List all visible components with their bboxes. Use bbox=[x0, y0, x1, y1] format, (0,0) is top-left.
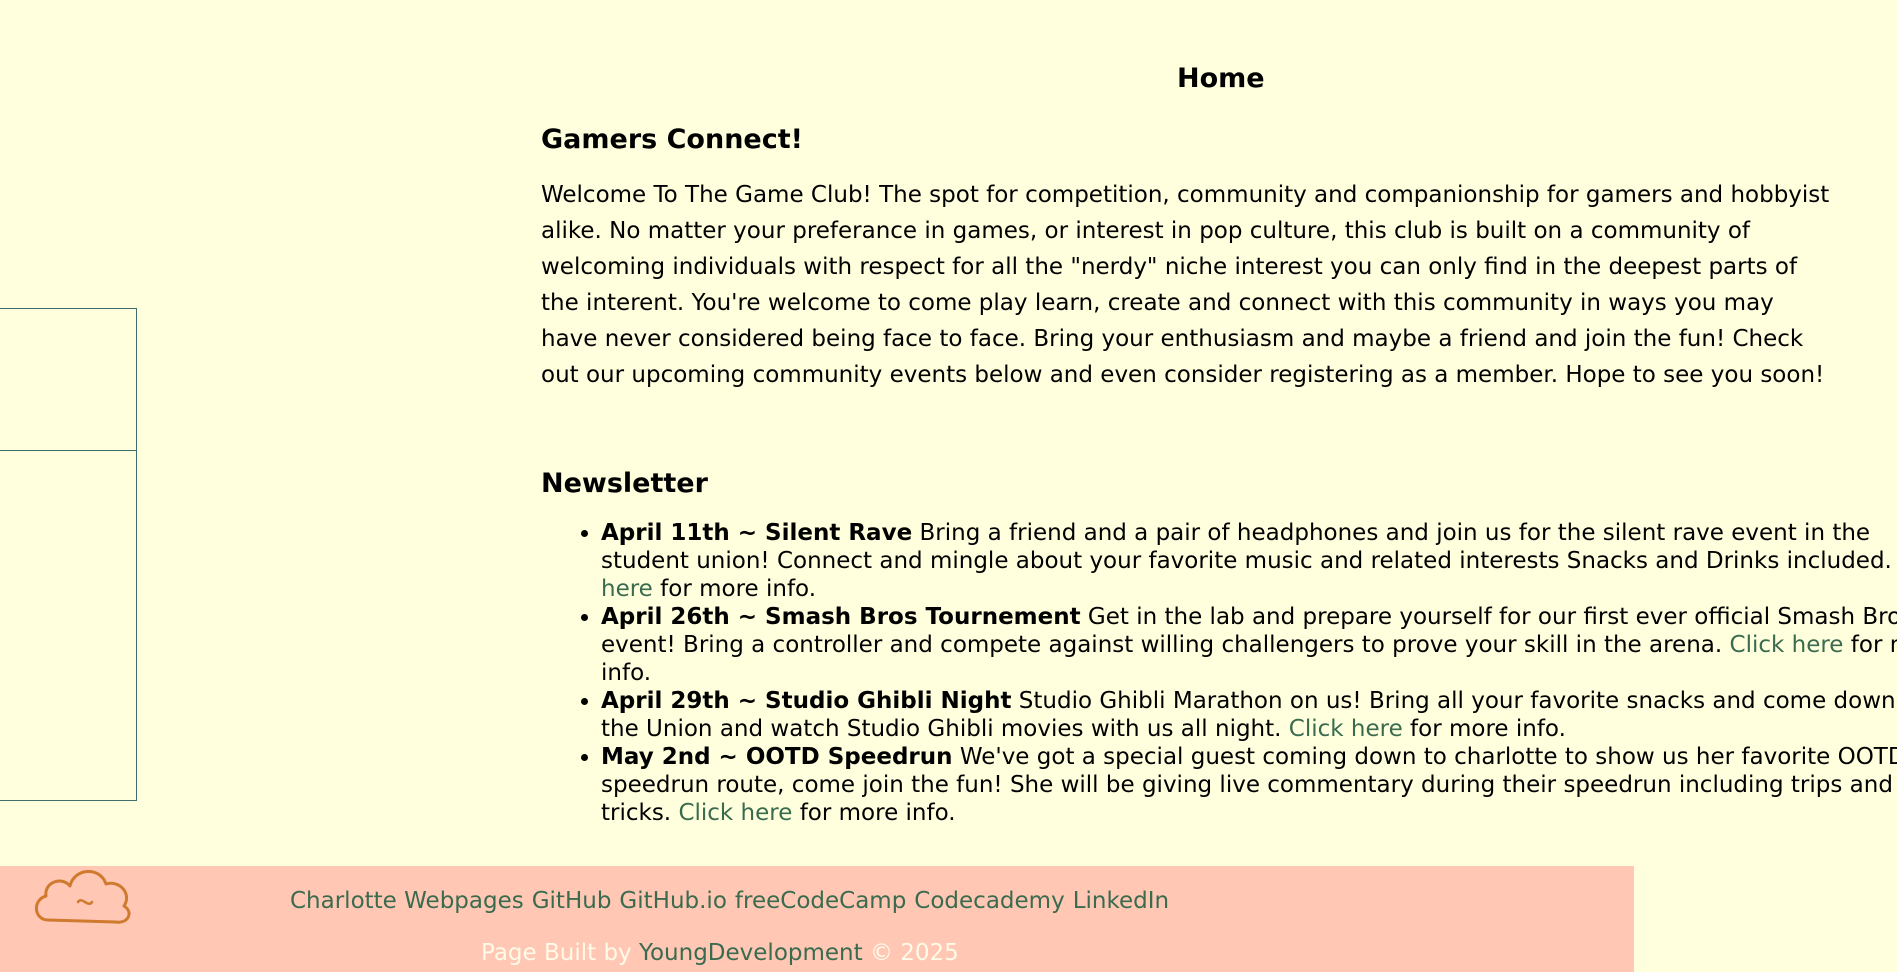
event-info-link[interactable]: Click here bbox=[1289, 716, 1403, 742]
intro-title: Gamers Connect! bbox=[541, 124, 803, 155]
intro-paragraph: Welcome To The Game Club! The spot for c… bbox=[541, 182, 1830, 388]
cloud-icon[interactable] bbox=[30, 858, 138, 934]
credit-suffix: © 2025 bbox=[862, 940, 959, 966]
footer: Charlotte Webpages GitHub GitHub.io free… bbox=[0, 866, 1634, 972]
credit-prefix: Page Built by bbox=[481, 940, 639, 966]
event-info-link[interactable]: Click here bbox=[1730, 632, 1844, 658]
main-content: Gamers Connect! Welcome To The Game Club… bbox=[541, 124, 1897, 827]
event-suffix: for more info. bbox=[652, 576, 817, 602]
footer-nav: Charlotte Webpages GitHub GitHub.io free… bbox=[290, 888, 1169, 914]
footer-credit: Page Built by YoungDevelopment © 2025 bbox=[481, 940, 959, 966]
event-heading: April 26th ~ Smash Bros Tournement bbox=[601, 604, 1081, 630]
sidebar-panel-top bbox=[0, 308, 137, 451]
footer-link-charlotte-webpages[interactable]: Charlotte Webpages bbox=[290, 888, 524, 914]
footer-link-freecodecamp[interactable]: freeCodeCamp bbox=[735, 888, 906, 914]
event-info-link[interactable]: Click here bbox=[678, 800, 792, 826]
sidebar-panel-bottom bbox=[0, 449, 137, 801]
event-item: April 26th ~ Smash Bros Tournement Get i… bbox=[601, 603, 1897, 687]
newsletter-title: Newsletter bbox=[541, 468, 708, 499]
event-heading: April 29th ~ Studio Ghibli Night bbox=[601, 688, 1012, 714]
event-item: April 11th ~ Silent Rave Bring a friend … bbox=[601, 519, 1897, 603]
event-item: April 29th ~ Studio Ghibli Night Studio … bbox=[601, 687, 1897, 743]
credit-author-link[interactable]: YoungDevelopment bbox=[639, 940, 863, 966]
event-heading: May 2nd ~ OOTD Speedrun bbox=[601, 744, 953, 770]
footer-link-linkedin[interactable]: LinkedIn bbox=[1073, 888, 1169, 914]
event-suffix: for more info. bbox=[792, 800, 956, 826]
footer-link-github-io[interactable]: GitHub.io bbox=[619, 888, 726, 914]
page-title: Home bbox=[1177, 63, 1265, 94]
event-suffix: for more info. bbox=[1402, 716, 1566, 742]
page: Home Gamers Connect! Welcome To The Game… bbox=[0, 0, 1897, 972]
footer-link-github[interactable]: GitHub bbox=[532, 888, 612, 914]
event-item: May 2nd ~ OOTD Speedrun We've got a spec… bbox=[601, 743, 1897, 827]
event-list: April 11th ~ Silent Rave Bring a friend … bbox=[541, 519, 1897, 827]
event-heading: April 11th ~ Silent Rave bbox=[601, 520, 913, 546]
footer-link-codecademy[interactable]: Codecademy bbox=[914, 888, 1064, 914]
